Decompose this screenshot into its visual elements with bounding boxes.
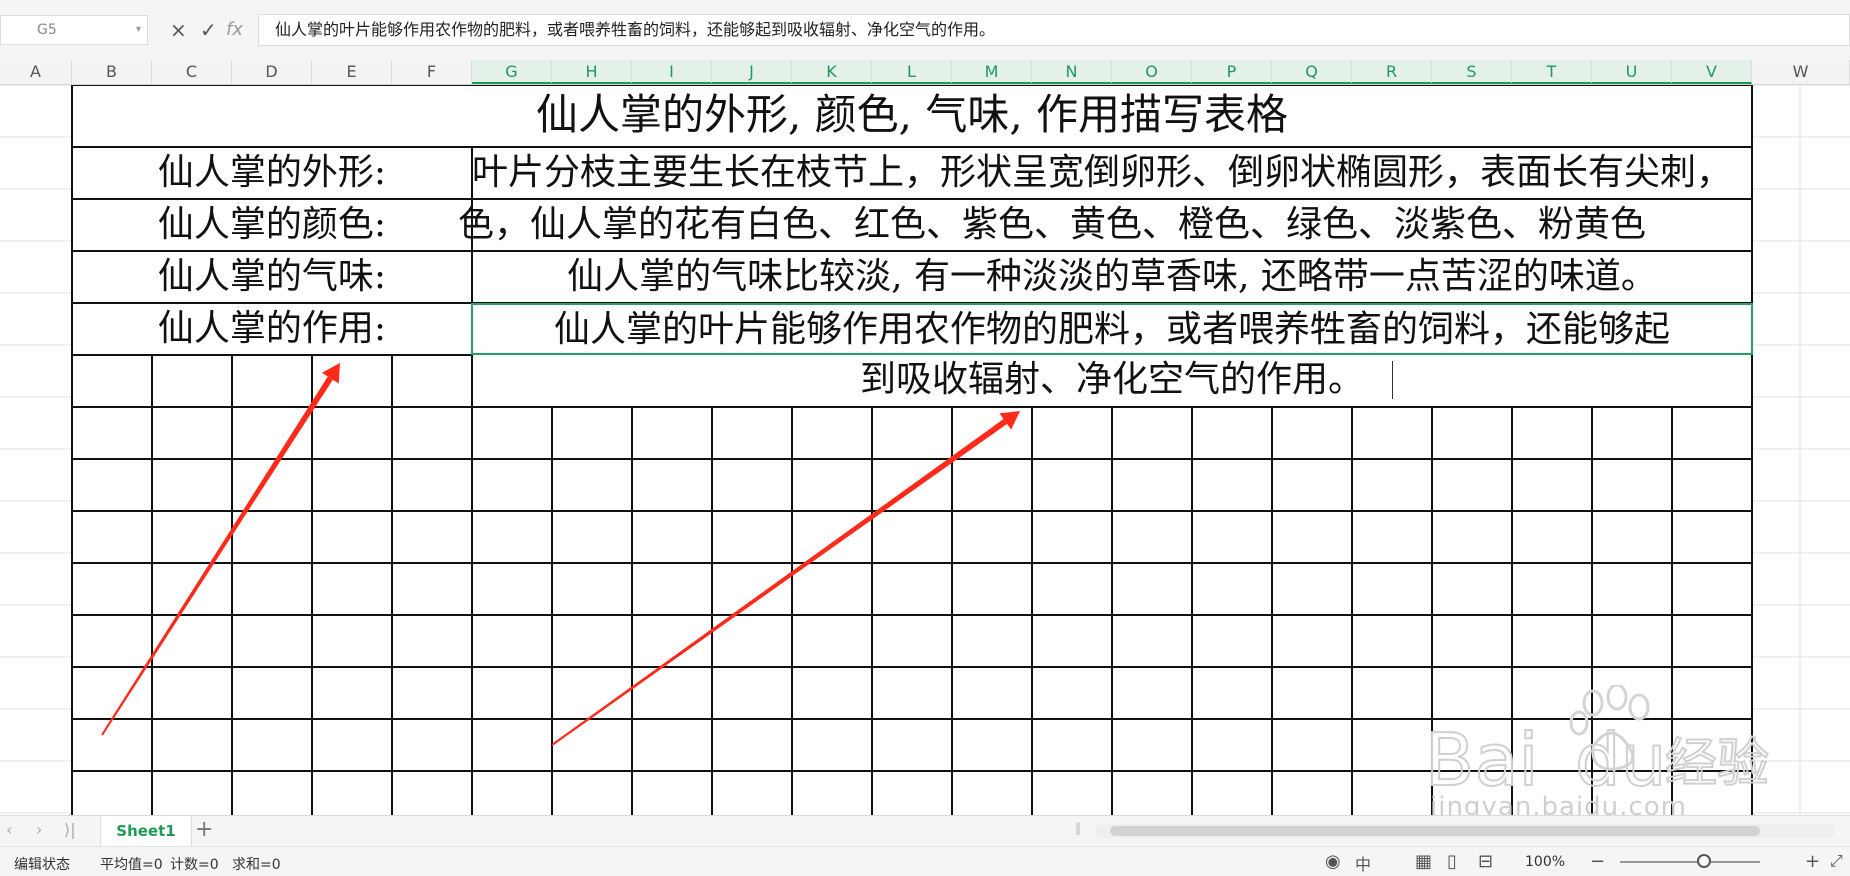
name-box-value: G5: [37, 22, 57, 38]
column-header-c[interactable]: C: [152, 60, 232, 84]
status-sum[interactable]: 求和=0: [232, 854, 281, 874]
status-bar: 编辑状态 平均值=0 计数=0 求和=0 ◉ 中 ▦ ▯ ⊟ 100% − + …: [0, 846, 1850, 876]
column-header-a[interactable]: A: [0, 60, 72, 84]
confirm-icon[interactable]: ✓: [200, 18, 217, 42]
status-count[interactable]: 计数=0: [170, 854, 219, 874]
column-header-k[interactable]: K: [792, 60, 872, 84]
zoom-out-icon[interactable]: −: [1590, 851, 1605, 872]
horizontal-scrollbar[interactable]: [1095, 824, 1835, 838]
row-value-smell[interactable]: 仙人掌的气味比较淡, 有一种淡淡的草香味, 还略带一点苦涩的味道。: [472, 251, 1752, 303]
cancel-icon[interactable]: ×: [170, 18, 187, 42]
table-title[interactable]: 仙人掌的外形, 颜色, 气味, 作用描写表格: [72, 87, 1752, 143]
column-header-p[interactable]: P: [1192, 60, 1272, 84]
status-average[interactable]: 平均值=0: [100, 854, 163, 874]
column-header-i[interactable]: I: [632, 60, 712, 84]
column-header-q[interactable]: Q: [1272, 60, 1352, 84]
scroll-divider-icon[interactable]: ‖: [1075, 821, 1081, 835]
column-headers: ABCDEFGHIJKLMNOPQRSTUVW: [0, 60, 1850, 85]
tab-first-icon[interactable]: ‹: [6, 820, 12, 839]
tab-last-icon[interactable]: ⟩|: [64, 820, 76, 839]
row-label-shape[interactable]: 仙人掌的外形:: [72, 147, 472, 199]
status-mode: 编辑状态: [14, 857, 70, 873]
page-layout-icon[interactable]: ▯: [1447, 851, 1457, 872]
zoom-in-icon[interactable]: +: [1805, 851, 1820, 872]
column-header-w[interactable]: W: [1752, 60, 1850, 84]
zoom-slider[interactable]: [1620, 861, 1760, 863]
row-value-color[interactable]: 色，仙人掌的花有白色、红色、紫色、黄色、橙色、绿色、淡紫色、粉黄色: [458, 199, 1752, 251]
column-header-u[interactable]: U: [1592, 60, 1672, 84]
input-method-icon[interactable]: 中: [1355, 851, 1371, 875]
sheet-tab-bar: ‹ › ⟩| Sheet1 + ‖: [0, 815, 1850, 846]
row-label-color[interactable]: 仙人掌的颜色:: [72, 199, 472, 251]
column-header-t[interactable]: T: [1512, 60, 1592, 84]
column-header-b[interactable]: B: [72, 60, 152, 84]
annotation-arrow-label-shaft: [101, 376, 333, 736]
scrollbar-thumb[interactable]: [1110, 826, 1760, 836]
fullscreen-icon[interactable]: ⤢: [1830, 851, 1843, 871]
row-value-shape[interactable]: 叶片分枝主要生长在枝节上，形状呈宽倒卵形、倒卵状椭圆形，表面长有尖刺，: [472, 147, 1752, 199]
tab-sheet1[interactable]: Sheet1: [100, 816, 192, 846]
text-cursor: [1392, 361, 1393, 399]
row-label-use[interactable]: 仙人掌的作用:: [72, 303, 472, 355]
column-header-o[interactable]: O: [1112, 60, 1192, 84]
row-value-use-line2[interactable]: 到吸收辐射、净化空气的作用。: [472, 355, 1752, 405]
row-value-use-line1[interactable]: 仙人掌的叶片能够作用农作物的肥料，或者喂养牲畜的饲料，还能够起: [472, 305, 1752, 355]
eye-protection-icon[interactable]: ◉: [1325, 851, 1341, 872]
add-sheet-icon[interactable]: +: [195, 816, 213, 844]
column-header-l[interactable]: L: [872, 60, 952, 84]
zoom-level[interactable]: 100%: [1525, 854, 1565, 870]
row-label-smell[interactable]: 仙人掌的气味:: [72, 251, 472, 303]
formula-input[interactable]: 仙人掌的叶片能够作用农作物的肥料，或者喂养牲畜的饲料，还能够起到吸收辐射、净化空…: [258, 14, 1850, 46]
sheet-grid[interactable]: 仙人掌的外形, 颜色, 气味, 作用描写表格 仙人掌的外形: 叶片分枝主要生长在…: [0, 85, 1850, 815]
column-header-n[interactable]: N: [1032, 60, 1112, 84]
column-header-m[interactable]: M: [952, 60, 1032, 84]
column-header-h[interactable]: H: [552, 60, 632, 84]
zoom-slider-knob[interactable]: [1697, 854, 1711, 868]
fx-icon[interactable]: fx: [226, 18, 243, 42]
column-header-j[interactable]: J: [712, 60, 792, 84]
normal-view-icon[interactable]: ▦: [1415, 851, 1432, 872]
page-break-icon[interactable]: ⊟: [1478, 851, 1493, 872]
column-header-g[interactable]: G: [472, 60, 552, 84]
column-header-f[interactable]: F: [392, 60, 472, 84]
formula-bar: G5 ▾ × ✓ fx 仙人掌的叶片能够作用农作物的肥料，或者喂养牲畜的饲料，还…: [0, 0, 1850, 61]
column-header-d[interactable]: D: [232, 60, 312, 84]
column-header-s[interactable]: S: [1432, 60, 1512, 84]
column-header-r[interactable]: R: [1352, 60, 1432, 84]
tab-next-icon[interactable]: ›: [36, 820, 42, 839]
chevron-down-icon[interactable]: ▾: [136, 16, 141, 44]
name-box[interactable]: G5 ▾: [0, 15, 148, 45]
column-header-e[interactable]: E: [312, 60, 392, 84]
annotation-arrow-value-shaft: [551, 419, 1008, 746]
column-header-v[interactable]: V: [1672, 60, 1752, 84]
